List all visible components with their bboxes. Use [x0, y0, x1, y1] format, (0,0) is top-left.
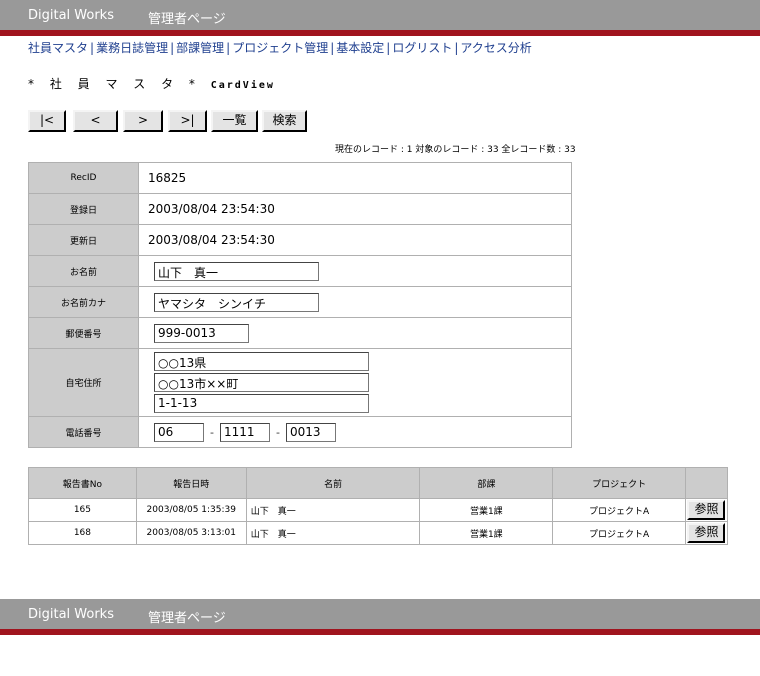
report-dept: 営業1課 [419, 521, 554, 545]
nav-separator: | [170, 41, 175, 55]
column-header: 報告日時 [135, 467, 247, 499]
table-header-row: 報告書No 報告日時 名前 部課 プロジェクト [28, 467, 729, 499]
prev-record-button[interactable]: < [73, 110, 118, 132]
field-label: 電話番号 [28, 416, 139, 448]
field-label: お名前カナ [28, 286, 139, 318]
column-header [684, 467, 729, 499]
page-title-jp: * 社 員 マ ス タ * [28, 77, 201, 91]
header-bar: Digital Works 管理者ページ [0, 0, 760, 36]
header-subtitle: 管理者ページ [148, 12, 226, 27]
nav-link-access-analysis[interactable]: アクセス分析 [460, 41, 531, 55]
created-value: 2003/08/04 23:54:30 [138, 193, 572, 225]
zip-field[interactable]: 999-0013 [154, 323, 249, 343]
phone-area-field[interactable]: 06 [154, 422, 204, 442]
record-row: 登録日 2003/08/04 23:54:30 [28, 193, 572, 225]
record-row: お名前 山下 真一 [28, 255, 572, 287]
record-card: RecID 16825 登録日 2003/08/04 23:54:30 更新日 … [28, 162, 572, 448]
footer-subtitle: 管理者ページ [148, 611, 226, 626]
column-header: 名前 [245, 467, 421, 499]
field-label: 自宅住所 [28, 348, 139, 417]
report-dept: 営業1課 [419, 498, 554, 522]
nav-link-log-list[interactable]: ログリスト [392, 41, 452, 55]
nav-link-employee-master[interactable]: 社員マスタ [28, 41, 88, 55]
address-line3-field[interactable]: 1-1-13 [154, 394, 369, 413]
report-name: 山下 真一 [245, 521, 421, 545]
view-report-button[interactable]: 参照 [687, 523, 726, 543]
column-header: 部課 [419, 467, 554, 499]
page-title-view: CardView [210, 80, 275, 91]
list-button[interactable]: 一覧 [211, 110, 258, 132]
nav-separator: | [386, 41, 391, 55]
nav-link-settings[interactable]: 基本設定 [336, 41, 384, 55]
phone-number-field[interactable]: 0013 [286, 422, 336, 442]
report-no: 165 [28, 498, 137, 522]
field-label: 登録日 [28, 193, 139, 225]
main-nav: 社員マスタ | 業務日誌管理 | 部課管理 | プロジェクト管理 | 基本設定 | ログリスト | アク… [28, 39, 532, 56]
brand-name: Digital Works [28, 8, 114, 23]
footer-bar: Digital Works 管理者ページ [0, 599, 760, 635]
column-header: 報告書No [28, 467, 137, 499]
record-row: 更新日 2003/08/04 23:54:30 [28, 224, 572, 256]
field-label: 郵便番号 [28, 317, 139, 349]
first-record-button[interactable]: |< [28, 110, 66, 132]
address-line1-field[interactable]: ○○13県 [154, 352, 369, 371]
field-label: お名前 [28, 255, 139, 287]
field-label: RecID [28, 162, 139, 194]
nav-link-daily-report[interactable]: 業務日誌管理 [96, 41, 168, 55]
phone-separator: - [210, 425, 214, 439]
nav-separator: | [226, 41, 231, 55]
record-row: RecID 16825 [28, 162, 572, 194]
nav-separator: | [90, 41, 95, 55]
footer-brand-name: Digital Works [28, 607, 114, 622]
last-record-button[interactable]: >| [168, 110, 207, 132]
report-project: プロジェクトA [552, 521, 686, 545]
next-record-button[interactable]: > [123, 110, 163, 132]
record-row: 自宅住所 ○○13県 ○○13市××町 1-1-13 [28, 348, 572, 417]
table-row: 168 2003/08/05 3:13:01 山下 真一 営業1課 プロジェクト… [28, 521, 729, 545]
updated-value: 2003/08/04 23:54:30 [138, 224, 572, 256]
report-name: 山下 真一 [245, 498, 421, 522]
report-list-table: 報告書No 報告日時 名前 部課 プロジェクト 165 2003/08/05 1… [28, 467, 729, 545]
record-row: お名前カナ ヤマシタ シンイチ [28, 286, 572, 318]
name-field[interactable]: 山下 真一 [154, 261, 319, 281]
record-status: 現在のレコード : 1 対象のレコード : 33 全レコード数 : 33 [335, 145, 576, 155]
report-datetime: 2003/08/05 3:13:01 [135, 521, 247, 545]
recid-value: 16825 [138, 162, 572, 194]
phone-separator: - [276, 425, 280, 439]
view-report-button[interactable]: 参照 [687, 500, 726, 520]
record-row: 郵便番号 999-0013 [28, 317, 572, 349]
nav-link-department[interactable]: 部課管理 [176, 41, 224, 55]
report-project: プロジェクトA [552, 498, 686, 522]
record-row: 電話番号 06-1111-0013 [28, 416, 572, 448]
nav-separator: | [330, 41, 335, 55]
nav-link-project[interactable]: プロジェクト管理 [232, 41, 328, 55]
search-button[interactable]: 検索 [262, 110, 307, 132]
report-no: 168 [28, 521, 137, 545]
nav-separator: | [454, 41, 459, 55]
page-title: * 社 員 マ ス タ * CardView [28, 75, 275, 92]
address-line2-field[interactable]: ○○13市××町 [154, 373, 369, 392]
report-datetime: 2003/08/05 1:35:39 [135, 498, 247, 522]
field-label: 更新日 [28, 224, 139, 256]
column-header: プロジェクト [552, 467, 686, 499]
phone-exchange-field[interactable]: 1111 [220, 422, 270, 442]
table-row: 165 2003/08/05 1:35:39 山下 真一 営業1課 プロジェクト… [28, 498, 729, 522]
kana-name-field[interactable]: ヤマシタ シンイチ [154, 292, 319, 312]
